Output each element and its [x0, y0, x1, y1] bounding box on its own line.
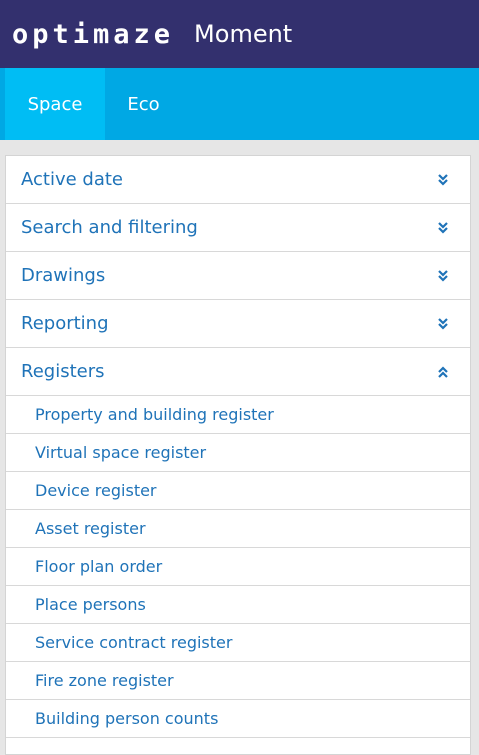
- tab-bar: Space Eco: [0, 68, 479, 140]
- section-registers[interactable]: Registers: [6, 348, 470, 396]
- register-item-fire-zone[interactable]: Fire zone register: [6, 662, 470, 700]
- chevron-double-up-icon: [436, 365, 450, 379]
- tab-eco[interactable]: Eco: [105, 68, 182, 140]
- section-active-date[interactable]: Active date: [6, 156, 470, 204]
- app-header: optimaze Moment: [0, 0, 479, 68]
- chevron-double-down-icon: [436, 269, 450, 283]
- section-label: Registers: [21, 361, 105, 382]
- section-drawings[interactable]: Drawings: [6, 252, 470, 300]
- app-title: Moment: [194, 20, 293, 48]
- section-search-and-filtering[interactable]: Search and filtering: [6, 204, 470, 252]
- chevron-double-down-icon: [436, 173, 450, 187]
- section-label: Active date: [21, 169, 123, 190]
- optimaze-logo[interactable]: optimaze: [12, 21, 174, 48]
- register-item-asset[interactable]: Asset register: [6, 510, 470, 548]
- register-item-place-persons[interactable]: Place persons: [6, 586, 470, 624]
- tab-space[interactable]: Space: [5, 68, 105, 140]
- chevron-double-down-icon: [436, 221, 450, 235]
- section-label: Search and filtering: [21, 217, 198, 238]
- register-item-service-contract[interactable]: Service contract register: [6, 624, 470, 662]
- chevron-double-down-icon: [436, 317, 450, 331]
- section-label: Reporting: [21, 313, 109, 334]
- register-item-floor-plan-order[interactable]: Floor plan order: [6, 548, 470, 586]
- register-item-device[interactable]: Device register: [6, 472, 470, 510]
- register-item-property-and-building[interactable]: Property and building register: [6, 396, 470, 434]
- section-label: Drawings: [21, 265, 106, 286]
- menu-panel: Active date Search and filtering Drawing…: [5, 155, 471, 755]
- register-item-building-person-counts[interactable]: Building person counts: [6, 700, 470, 738]
- section-reporting[interactable]: Reporting: [6, 300, 470, 348]
- register-item-virtual-space[interactable]: Virtual space register: [6, 434, 470, 472]
